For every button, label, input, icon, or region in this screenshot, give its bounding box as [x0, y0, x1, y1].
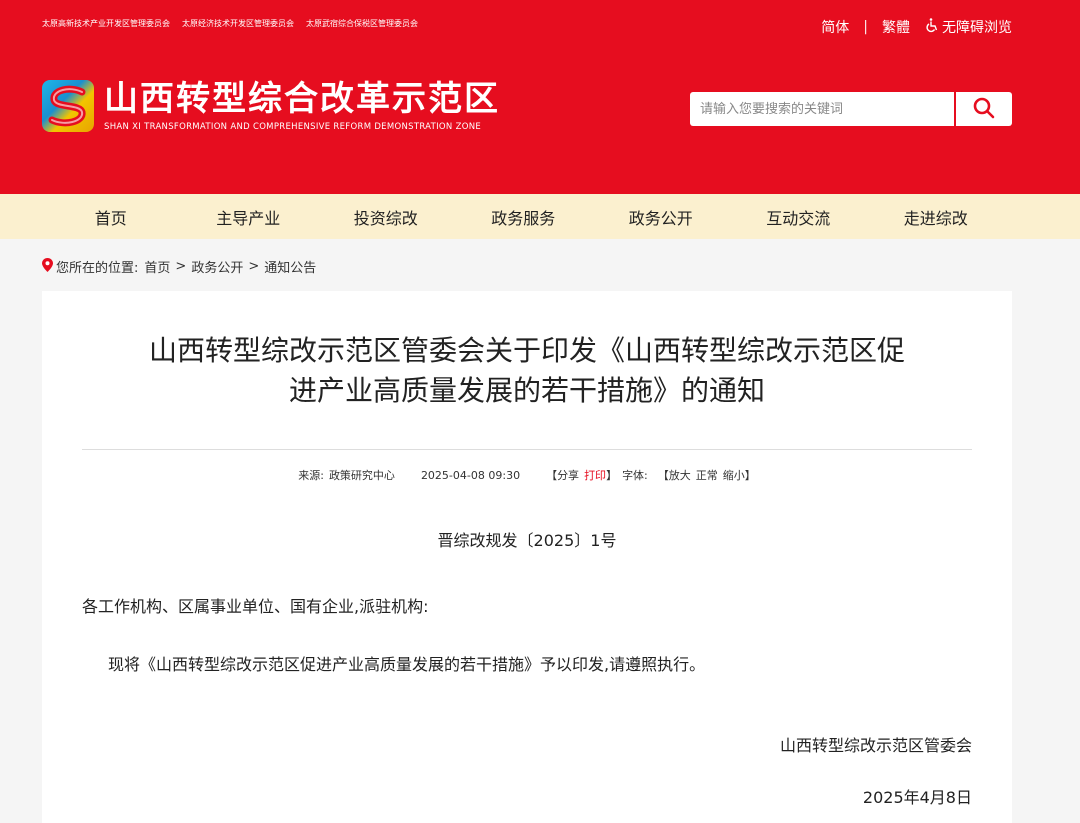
search-icon — [972, 96, 996, 123]
lang-simplified-link[interactable]: 简体 — [821, 17, 849, 37]
nav-item-about[interactable]: 走进综改 — [867, 194, 1005, 239]
article-title: 山西转型综改示范区管委会关于印发《山西转型综改示范区促 进产业高质量发展的若干措… — [82, 331, 972, 411]
language-bar: 简体 | 繁體 无障碍浏览 — [821, 17, 1012, 37]
logo-chinese-name: 山西转型综合改革示范区 — [104, 79, 500, 119]
search-button[interactable] — [956, 92, 1012, 126]
share-link[interactable]: 分享 — [557, 467, 579, 483]
font-size-label: 字体: — [622, 469, 648, 482]
nav-item-interaction[interactable]: 互动交流 — [730, 194, 868, 239]
nav-item-gov-services[interactable]: 政务服务 — [455, 194, 593, 239]
top-link-bonded-zone[interactable]: 太原武宿综合保税区管理委员会 — [306, 18, 418, 29]
font-small-link[interactable]: 缩小 — [723, 467, 745, 483]
accessibility-label: 无障碍浏览 — [942, 20, 1012, 36]
logo-emblem — [42, 80, 94, 132]
article-body-paragraph: 现将《山西转型综改示范区促进产业高质量发展的若干措施》予以印发,请遵照执行。 — [108, 655, 706, 674]
site-header: 太原高新技术产业开发区管理委员会 太原经济技术开发区管理委员会 太原武宿综合保税… — [0, 0, 1080, 194]
logo-english-name: SHAN XI TRANSFORMATION AND COMPREHENSIVE… — [104, 122, 482, 132]
article-meta: 来源: 政策研究中心 2025-04-08 09:30 【 分享 打印 】 字体… — [42, 467, 1012, 483]
search-input[interactable] — [690, 92, 954, 126]
lang-traditional-link[interactable]: 繁體 — [882, 17, 910, 37]
breadcrumb-separator: > — [248, 259, 260, 274]
top-link-hightech-zone[interactable]: 太原高新技术产业开发区管理委员会 — [42, 18, 170, 29]
breadcrumb-label: 您所在的位置: — [56, 261, 139, 276]
article-title-line2: 进产业高质量发展的若干措施》的通知 — [288, 374, 765, 407]
bracket-open: 【 — [546, 469, 558, 482]
breadcrumb-gov-disclosure[interactable]: 政务公开 — [191, 257, 243, 276]
search-box — [690, 92, 1012, 126]
source-value: 政策研究中心 — [328, 469, 395, 482]
top-link-economic-zone[interactable]: 太原经济技术开发区管理委员会 — [182, 18, 294, 29]
print-link[interactable]: 打印 — [584, 467, 606, 483]
nav-item-gov-disclosure[interactable]: 政务公开 — [592, 194, 730, 239]
font-normal-link[interactable]: 正常 — [696, 467, 718, 483]
breadcrumb-notices[interactable]: 通知公告 — [264, 257, 316, 276]
article-salutation: 各工作机构、区属事业单位、国有企业,派驻机构: — [82, 597, 429, 616]
main-nav: 首页 主导产业 投资综改 政务服务 政务公开 互动交流 走进综改 — [0, 194, 1080, 239]
bracket-open: 【 — [657, 469, 669, 482]
top-links: 太原高新技术产业开发区管理委员会 太原经济技术开发区管理委员会 太原武宿综合保税… — [42, 18, 418, 29]
wheelchair-icon — [924, 17, 940, 37]
location-pin-icon — [42, 257, 56, 276]
accessibility-link[interactable]: 无障碍浏览 — [924, 17, 1012, 37]
lang-separator: | — [863, 19, 868, 35]
nav-item-investment[interactable]: 投资综改 — [317, 194, 455, 239]
article-panel: 山西转型综改示范区管委会关于印发《山西转型综改示范区促 进产业高质量发展的若干措… — [42, 291, 1012, 823]
bracket-close: 】 — [606, 469, 618, 482]
article-signature: 山西转型综改示范区管委会 — [779, 736, 972, 755]
nav-item-industries[interactable]: 主导产业 — [180, 194, 318, 239]
document-number: 晋综改规发〔2025〕1号 — [437, 531, 617, 550]
site-logo[interactable]: 山西转型综合改革示范区 SHAN XI TRANSFORMATION AND C… — [42, 80, 500, 132]
breadcrumb: 您所在的位置: 首页 > 政务公开 > 通知公告 — [42, 257, 316, 276]
breadcrumb-home[interactable]: 首页 — [144, 257, 170, 276]
source-label: 来源: — [298, 469, 324, 482]
article-title-line1: 山西转型综改示范区管委会关于印发《山西转型综改示范区促 — [148, 334, 905, 367]
bracket-close: 】 — [744, 469, 756, 482]
publish-datetime: 2025-04-08 09:30 — [420, 468, 521, 482]
nav-item-home[interactable]: 首页 — [42, 194, 180, 239]
title-divider — [82, 449, 972, 450]
breadcrumb-separator: > — [175, 259, 187, 274]
font-large-link[interactable]: 放大 — [669, 467, 691, 483]
article-date: 2025年4月8日 — [862, 788, 972, 807]
